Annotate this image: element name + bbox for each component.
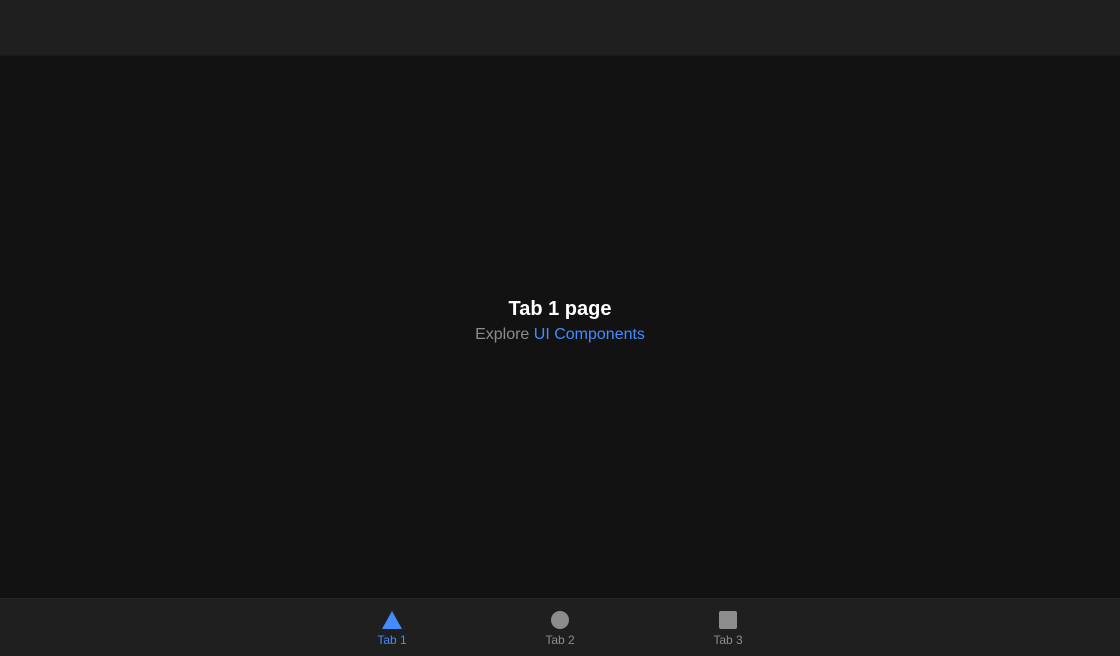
tab-bar: Tab 1 Tab 2 Tab 3 [0,598,1120,656]
page-title: Tab 1 page [508,298,612,320]
tab-3[interactable]: Tab 3 [644,599,812,656]
tab-1[interactable]: Tab 1 [308,599,476,656]
explore-subtitle: Explore UI Components [475,324,645,346]
triangle-icon [381,609,403,631]
explore-container: Tab 1 page Explore UI Components [475,296,645,346]
tab-1-label: Tab 1 [377,633,407,647]
app-root: Tab 1 page Explore UI Components Tab 1 T… [0,0,1120,656]
square-icon [717,609,739,631]
tab-2-label: Tab 2 [545,633,575,647]
main-content: Tab 1 page Explore UI Components [0,56,1120,598]
header-toolbar [0,0,1120,56]
tab-2[interactable]: Tab 2 [476,599,644,656]
ellipse-icon [549,609,571,631]
tab-3-label: Tab 3 [713,633,743,647]
ui-components-link[interactable]: UI Components [534,326,645,343]
explore-text: Explore [475,326,530,343]
